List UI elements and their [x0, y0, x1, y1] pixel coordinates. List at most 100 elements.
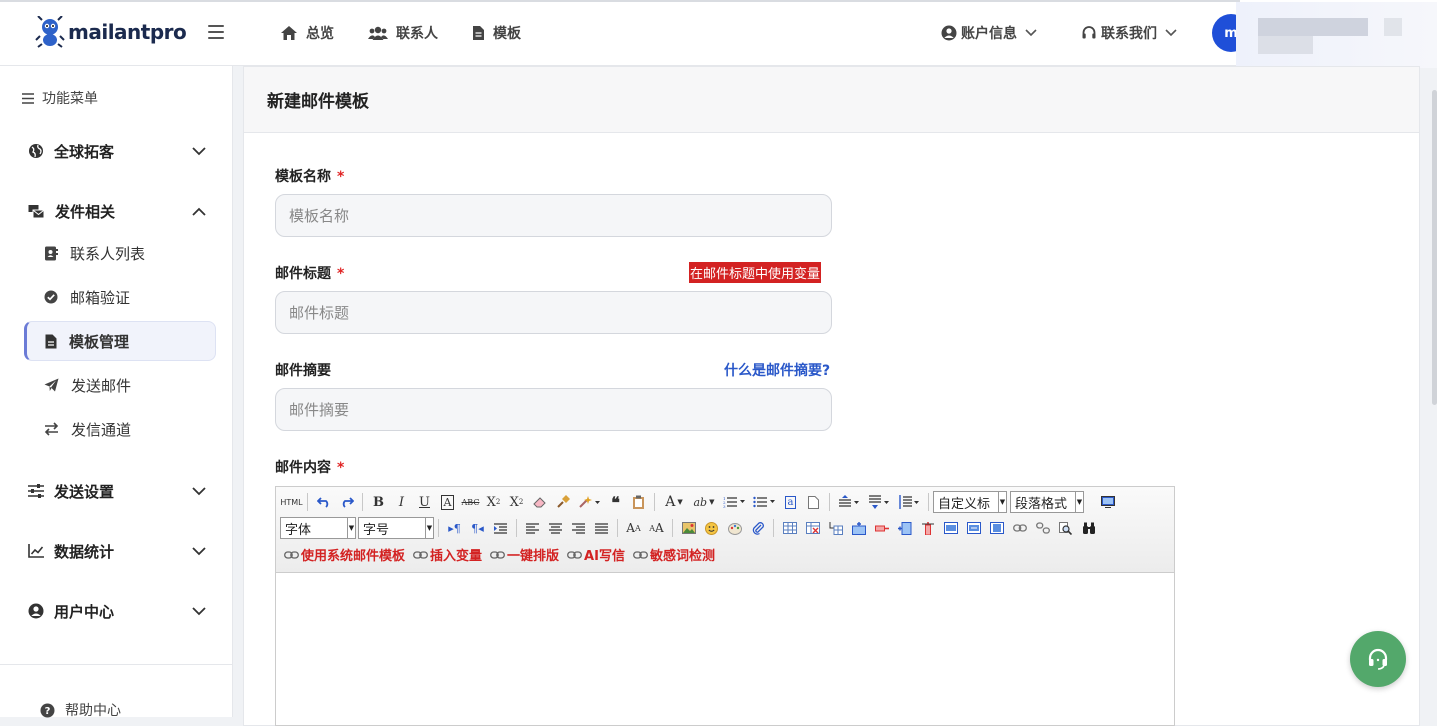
sidebar-item-contacts[interactable]: 联系人列表	[24, 233, 216, 273]
sidebar-group-stats[interactable]: 数据统计	[28, 539, 206, 563]
sidebar-title: 功能菜单	[22, 88, 98, 108]
unordered-list-icon[interactable]	[749, 491, 779, 513]
chevron-down-icon	[192, 546, 206, 555]
format-brush-icon[interactable]	[551, 491, 574, 513]
nav-templates-label: 模板	[493, 26, 521, 42]
link-icon	[633, 550, 648, 559]
insert-table-icon[interactable]	[778, 517, 801, 539]
redo-icon[interactable]	[335, 491, 358, 513]
subject-variable-button[interactable]: 在邮件标题中使用变量	[689, 262, 822, 283]
new-page-icon[interactable]	[802, 491, 825, 513]
font-family-select[interactable]: 字体 ▼	[280, 517, 356, 539]
subscript-icon[interactable]: X2	[505, 491, 528, 513]
merge-cells-icon[interactable]	[939, 517, 962, 539]
row-spacing-top-icon[interactable]	[834, 491, 864, 513]
editor-content-area[interactable]	[276, 573, 1174, 723]
undo-icon[interactable]	[312, 491, 335, 513]
superscript-icon[interactable]: X2	[482, 491, 505, 513]
strikethrough-icon[interactable]: ABC	[459, 491, 482, 513]
font-shrink-icon[interactable]: AA	[645, 517, 668, 539]
sidebar-group-user[interactable]: 用户中心	[28, 599, 206, 623]
delete-table-icon[interactable]	[801, 517, 824, 539]
indent-icon[interactable]	[489, 517, 512, 539]
paper-plane-icon	[44, 378, 59, 392]
mail-bulk-icon	[28, 205, 45, 219]
line-height-icon[interactable]	[894, 491, 924, 513]
menu-toggle-icon[interactable]	[208, 25, 224, 39]
align-right-icon[interactable]	[567, 517, 590, 539]
row-spacing-bottom-icon[interactable]	[864, 491, 894, 513]
subject-label: 邮件标题 *	[275, 266, 345, 282]
html-source-button[interactable]: HTML	[280, 491, 303, 513]
contact-dropdown[interactable]: 联系我们	[1081, 20, 1177, 46]
anchor-icon[interactable]: a	[779, 491, 802, 513]
sidebar-item-templates[interactable]: 模板管理	[24, 321, 216, 361]
align-center-icon[interactable]	[544, 517, 567, 539]
image-icon[interactable]	[677, 517, 700, 539]
font-border-icon[interactable]: A	[436, 491, 459, 513]
rtl-icon[interactable]: ¶◂	[466, 517, 489, 539]
ordered-list-icon[interactable]: 123	[719, 491, 749, 513]
template-name-input[interactable]	[275, 194, 832, 237]
bold-icon[interactable]: B	[367, 491, 390, 513]
support-chat-button[interactable]	[1350, 631, 1406, 687]
sidebar-group-sending[interactable]: 发件相关	[28, 199, 206, 223]
account-dropdown[interactable]: 账户信息	[941, 20, 1037, 46]
attachment-icon[interactable]	[746, 517, 769, 539]
sidebar-group-global[interactable]: 全球拓客	[28, 139, 206, 163]
search-replace-icon[interactable]	[1054, 517, 1077, 539]
unlink-icon[interactable]	[1031, 517, 1054, 539]
merge-down-icon[interactable]	[985, 517, 1008, 539]
delete-col-icon[interactable]	[916, 517, 939, 539]
binoculars-icon[interactable]	[1077, 517, 1100, 539]
scrawl-icon[interactable]	[723, 517, 746, 539]
merge-right-icon[interactable]	[962, 517, 985, 539]
blockquote-icon[interactable]: ❝	[604, 491, 627, 513]
insert-col-icon[interactable]	[893, 517, 916, 539]
paragraph-format-select[interactable]: 段落格式 ▼	[1010, 491, 1084, 513]
system-template-link[interactable]: 使用系统邮件模板	[284, 545, 405, 564]
sidebar-item-verify[interactable]: 邮箱验证	[24, 277, 216, 317]
align-justify-icon[interactable]	[590, 517, 613, 539]
exchange-icon	[44, 422, 59, 436]
nav-templates[interactable]: 模板	[472, 20, 521, 46]
nav-contacts[interactable]: 联系人	[368, 20, 438, 46]
link-icon[interactable]	[1008, 517, 1031, 539]
rich-text-editor: HTML B I U A ABC X2 X2 ❝ A▼ ab▼ 123 a	[275, 486, 1175, 726]
summary-input[interactable]	[275, 388, 832, 431]
insert-paragraph-before-table-icon[interactable]	[824, 517, 847, 539]
headset-icon	[1368, 648, 1388, 670]
insert-row-icon[interactable]	[847, 517, 870, 539]
underline-icon[interactable]: U	[413, 491, 436, 513]
magic-wand-icon[interactable]	[574, 491, 604, 513]
eraser-icon[interactable]	[528, 491, 551, 513]
font-grow-icon[interactable]: AA	[622, 517, 645, 539]
font-size-select[interactable]: 字号 ▼	[358, 517, 434, 539]
help-center-link[interactable]: ? 帮助中心	[40, 700, 121, 720]
ltr-icon[interactable]: ▸¶	[443, 517, 466, 539]
sidebar-group-user-label: 用户中心	[54, 602, 115, 621]
sidebar-item-channel[interactable]: 发信通道	[24, 409, 216, 449]
subject-input[interactable]	[275, 291, 832, 334]
brand-logo[interactable]: mailantpro	[34, 14, 187, 50]
insert-variable-link[interactable]: 插入变量	[413, 545, 482, 564]
delete-row-icon[interactable]	[870, 517, 893, 539]
auto-layout-link[interactable]: 一键排版	[490, 545, 559, 564]
sidebar-item-send[interactable]: 发送邮件	[24, 365, 216, 405]
emoji-icon[interactable]	[700, 517, 723, 539]
italic-icon[interactable]: I	[390, 491, 413, 513]
align-left-icon[interactable]	[521, 517, 544, 539]
preview-icon[interactable]	[1096, 491, 1119, 513]
paste-text-icon[interactable]	[627, 491, 650, 513]
nav-overview[interactable]: 总览	[280, 20, 334, 46]
page-scrollbar[interactable]	[1432, 90, 1437, 405]
sidebar-group-settings[interactable]: 发送设置	[28, 479, 206, 503]
ai-write-link[interactable]: AI写信	[567, 545, 625, 564]
font-color-icon[interactable]: A ▼	[659, 491, 689, 513]
highlight-color-icon[interactable]: ab ▼	[689, 491, 719, 513]
custom-heading-select[interactable]: 自定义标 ▼	[933, 491, 1007, 513]
summary-help-link[interactable]: 什么是邮件摘要?	[724, 360, 830, 380]
sensitive-check-link[interactable]: 敏感词检测	[633, 545, 715, 564]
sidebar-item-contacts-label: 联系人列表	[70, 244, 146, 263]
sidebar-group-global-label: 全球拓客	[54, 142, 115, 161]
